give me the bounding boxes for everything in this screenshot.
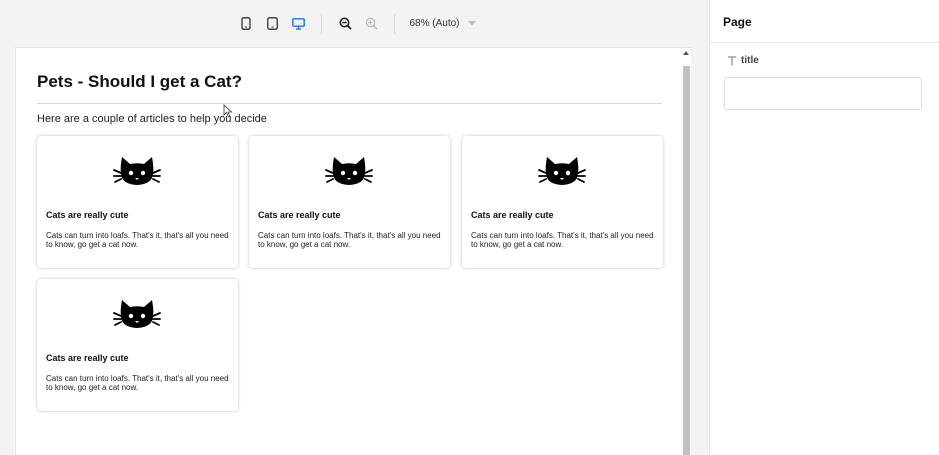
chevron-down-icon [467,21,476,26]
text-cursor-icon [223,104,233,118]
article-card[interactable]: Cats are really cute Cats can turn into … [37,136,238,268]
card-body: Cats can turn into loafs. That's it, tha… [258,231,441,249]
text-type-icon [728,55,736,65]
page-title[interactable]: Pets - Should I get a Cat? [37,72,242,92]
title-divider [37,103,662,104]
card-title: Cats are really cute [46,210,129,220]
properties-panel: Page title [709,0,939,455]
card-title: Cats are really cute [46,353,129,363]
desktop-device-icon [292,17,305,30]
article-card[interactable]: Cats are really cute Cats can turn into … [462,136,663,268]
scroll-up-arrow-icon[interactable] [683,51,689,55]
card-body: Cats can turn into loafs. That's it, tha… [46,231,229,249]
mobile-device-icon [241,17,252,30]
panel-header: Page [710,0,939,43]
card-title: Cats are really cute [258,210,341,220]
tablet-device-icon [267,17,278,30]
zoom-in-icon [365,17,378,30]
zoom-controls [332,12,384,36]
toolbar-divider [321,13,323,34]
cat-icon [538,157,586,185]
title-field-label: title [741,55,759,66]
title-field-input[interactable] [724,77,922,110]
toolbar: 68% (Auto) [0,0,709,47]
desktop-view-button[interactable] [286,12,310,36]
article-card[interactable]: Cats are really cute Cats can turn into … [37,279,238,411]
cat-icon [113,300,161,328]
zoom-in-button[interactable] [359,12,383,36]
card-title: Cats are really cute [471,210,554,220]
zoom-out-button[interactable] [333,12,357,36]
zoom-out-icon [339,17,352,30]
card-body: Cats can turn into loafs. That's it, tha… [46,374,229,392]
zoom-select[interactable]: 68% (Auto) [405,18,476,29]
zoom-level-label: 68% (Auto) [409,18,460,29]
toolbar-divider [394,13,396,34]
page-canvas[interactable]: Pets - Should I get a Cat? Here are a co… [15,47,691,455]
panel-title: Page [723,15,752,29]
page-scrollbar[interactable] [682,48,691,455]
card-body: Cats can turn into loafs. That's it, tha… [471,231,654,249]
cat-icon [113,157,161,185]
scrollbar-thumb[interactable] [683,66,690,455]
article-card[interactable]: Cats are really cute Cats can turn into … [249,136,450,268]
mobile-view-button[interactable] [234,12,258,36]
title-field-label-row: title [727,55,759,66]
tablet-view-button[interactable] [260,12,284,36]
device-switcher [233,12,311,36]
cat-icon [325,157,373,185]
editor-area: 68% (Auto) Pets - Should I get a Cat? He… [0,0,709,455]
